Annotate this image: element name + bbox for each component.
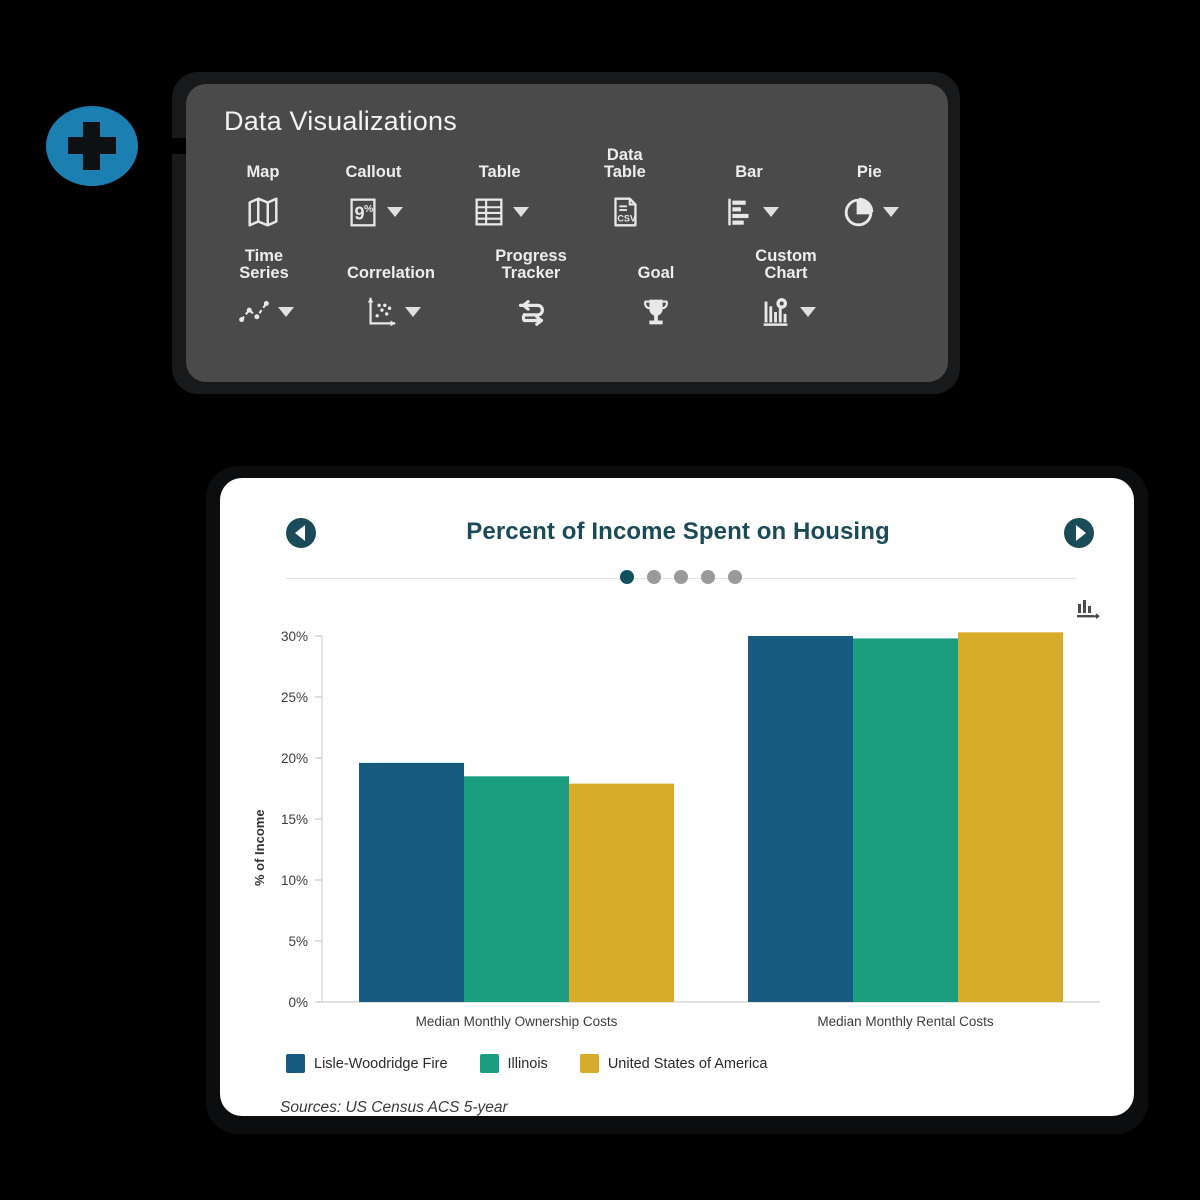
table-grid-icon <box>475 198 503 226</box>
chevron-down-icon[interactable] <box>386 206 403 217</box>
toolbar-row-2: Time Series Correlation Progress Tracker… <box>212 246 928 335</box>
add-visualization-button[interactable] <box>36 96 196 196</box>
toolbar-item-label: Map <box>246 163 280 182</box>
toolbar-item-label: Goal <box>637 263 675 282</box>
pagination-dot-3[interactable] <box>674 570 688 584</box>
data-visualizations-toolbar: Data Visualizations Map Callout 9 % Tabl… <box>186 84 948 382</box>
toolbar-item-label: Progress Tracker <box>495 246 567 282</box>
chart-header: Percent of Income Spent on Housing <box>250 504 1106 566</box>
toolbar-title: Data Visualizations <box>224 106 457 136</box>
pagination-row <box>286 570 1076 586</box>
y-tick-label: 20% <box>281 751 308 766</box>
toolbar-item-progress-tracker[interactable]: Progress Tracker <box>466 246 596 335</box>
legend-item[interactable]: Lisle-Woodridge Fire <box>286 1054 448 1073</box>
legend-swatch <box>479 1054 499 1073</box>
y-tick-label: 5% <box>288 934 308 949</box>
toolbar-item-bar[interactable]: Bar <box>687 147 810 234</box>
legend-label: Lisle-Woodridge Fire <box>314 1055 448 1072</box>
toolbar-item-label: Callout <box>345 163 402 182</box>
toolbar-item-label: Custom Chart <box>755 246 817 282</box>
toolbar-item-correlation[interactable]: Correlation <box>316 248 466 335</box>
chevron-down-icon[interactable] <box>762 206 779 217</box>
pagination-dot-1[interactable] <box>620 570 634 584</box>
percent-callout-icon: 9 % <box>350 198 376 227</box>
next-chart-button[interactable] <box>1064 518 1094 548</box>
pagination-dots <box>286 570 1076 584</box>
bar[interactable] <box>359 762 464 1002</box>
y-tick-label: 15% <box>281 812 308 827</box>
toolbar-item-data-table[interactable]: Data Table CSV <box>562 146 687 234</box>
chevron-down-icon[interactable] <box>277 307 294 318</box>
chevron-down-icon[interactable] <box>513 206 530 217</box>
x-tick-label: Median Monthly Rental Costs <box>817 1014 994 1029</box>
toolbar-item-pie[interactable]: Pie <box>811 147 928 234</box>
toolbar-item-label: Time Series <box>239 246 289 282</box>
page-title: Percent of Income Spent on Housing <box>466 518 890 545</box>
pagination-dot-2[interactable] <box>647 570 661 584</box>
bar[interactable] <box>853 638 958 1002</box>
toolbar-item-label: Correlation <box>346 263 435 282</box>
bar[interactable] <box>748 636 853 1002</box>
chart-toolbar <box>250 586 1106 622</box>
toolbar-item-label: Table <box>478 163 521 182</box>
progress-arrows-icon <box>518 300 544 327</box>
horizontal-bar-chart-icon <box>727 198 749 225</box>
y-tick-label: 10% <box>281 873 308 888</box>
svg-text:CSV: CSV <box>617 213 636 223</box>
legend-label: Illinois <box>507 1055 548 1072</box>
legend-label: United States of America <box>607 1055 768 1072</box>
legend-swatch <box>579 1054 599 1073</box>
y-tick-label: 0% <box>288 995 308 1010</box>
plus-icon[interactable] <box>36 96 196 196</box>
toolbar-item-map[interactable]: Map <box>216 147 310 234</box>
trophy-icon <box>644 299 668 325</box>
pagination-dot-4[interactable] <box>701 570 715 584</box>
toolbar-row-1: Map Callout 9 % Table Data Table CSV Bar… <box>216 146 928 234</box>
toolbar-item-goal[interactable]: Goal <box>596 248 716 335</box>
chevron-down-icon[interactable] <box>404 307 421 318</box>
custom-chart-gear-icon <box>763 298 787 327</box>
chevron-down-icon[interactable] <box>882 206 899 217</box>
plot-area: % of Income 0% 5% 10% 15% 20% 25% 30% Median Mo… <box>250 624 1106 1044</box>
toolbar-item-table[interactable]: Table <box>437 147 562 234</box>
pagination-dot-5[interactable] <box>728 570 742 584</box>
chevron-left-icon <box>294 525 305 541</box>
legend-item[interactable]: Illinois <box>479 1054 548 1073</box>
screenshot-root: Data Visualizations Map Callout 9 % Tabl… <box>0 0 1200 1200</box>
y-tick-label: 25% <box>281 690 308 705</box>
toolbar-item-label: Bar <box>735 163 763 182</box>
chart-card: Percent of Income Spent on Housing % of … <box>220 478 1134 1116</box>
csv-file-icon: CSV <box>614 197 637 227</box>
toolbar-item-label: Pie <box>856 163 882 182</box>
line-series-icon <box>238 301 269 323</box>
chevron-down-icon[interactable] <box>799 307 816 318</box>
map-icon <box>248 197 278 227</box>
x-tick-label: Median Monthly Ownership Costs <box>416 1014 618 1029</box>
bar-chart-export-icon[interactable] <box>1074 596 1100 622</box>
svg-text:9: 9 <box>354 203 364 223</box>
y-tick-label: 30% <box>281 629 308 644</box>
scatter-plot-icon <box>367 298 395 327</box>
toolbar-item-label: Data Table <box>603 146 646 182</box>
bar[interactable] <box>464 776 569 1002</box>
legend-swatch <box>286 1054 305 1073</box>
toolbar-item-custom-chart[interactable]: Custom Chart <box>716 246 856 335</box>
bar[interactable] <box>958 632 1063 1002</box>
toolbar-item-time-series[interactable]: Time Series <box>212 246 316 335</box>
legend-item[interactable]: United States of America <box>579 1054 768 1073</box>
bar[interactable] <box>569 783 674 1002</box>
chevron-right-icon <box>1075 525 1086 541</box>
pie-chart-icon <box>844 197 874 226</box>
previous-chart-button[interactable] <box>286 518 316 548</box>
chart-legend: Lisle-Woodridge Fire Illinois United State… <box>250 1044 1106 1073</box>
bar-chart: 0% 5% 10% 15% 20% 25% 30% Median Monthly Owners… <box>281 629 1100 1029</box>
svg-text:%: % <box>364 204 373 215</box>
sources-note: Sources: US Census ACS 5-year <box>280 1099 508 1116</box>
toolbar-item-callout[interactable]: Callout 9 % <box>310 147 437 234</box>
